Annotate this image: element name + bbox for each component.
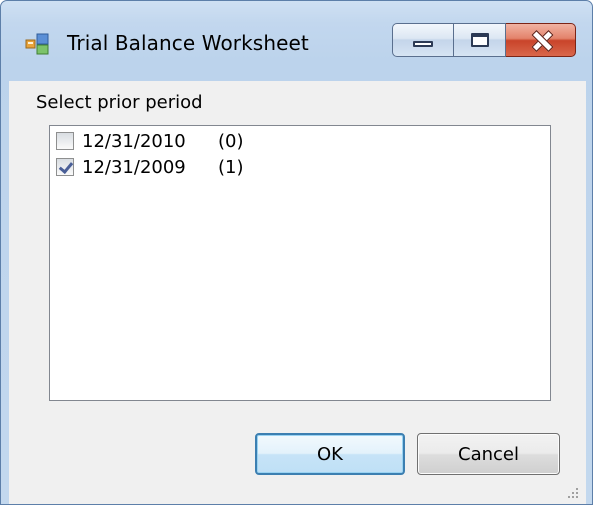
prior-period-checklist[interactable]: 12/31/2010 (0) 12/31/2009 (1) <box>49 125 551 401</box>
period-checkbox[interactable] <box>56 132 74 150</box>
period-count: (1) <box>218 156 244 178</box>
resize-grip-icon[interactable] <box>566 486 580 500</box>
period-date: 12/31/2010 <box>82 130 186 152</box>
list-item[interactable]: 12/31/2009 (1) <box>56 154 244 180</box>
prior-period-label: Select prior period <box>36 92 203 113</box>
list-item[interactable]: 12/31/2010 (0) <box>56 128 244 154</box>
minimize-icon <box>413 41 433 47</box>
period-date: 12/31/2009 <box>82 156 186 178</box>
dialog-window: Trial Balance Worksheet Select prior per… <box>0 0 593 505</box>
caption-buttons <box>392 23 576 57</box>
dialog-content: Select prior period 12/31/2010 (0) 12/31… <box>9 81 586 504</box>
close-icon <box>530 30 553 52</box>
cancel-button[interactable]: Cancel <box>417 433 560 475</box>
close-button[interactable] <box>506 23 576 57</box>
title-bar[interactable]: Trial Balance Worksheet <box>1 1 592 81</box>
app-window-icon <box>25 33 49 55</box>
period-checkbox[interactable] <box>56 158 74 176</box>
maximize-icon <box>470 33 489 47</box>
minimize-button[interactable] <box>392 23 454 57</box>
maximize-button[interactable] <box>454 23 506 57</box>
window-title: Trial Balance Worksheet <box>67 31 309 55</box>
period-count: (0) <box>218 130 244 152</box>
ok-button[interactable]: OK <box>255 433 405 475</box>
